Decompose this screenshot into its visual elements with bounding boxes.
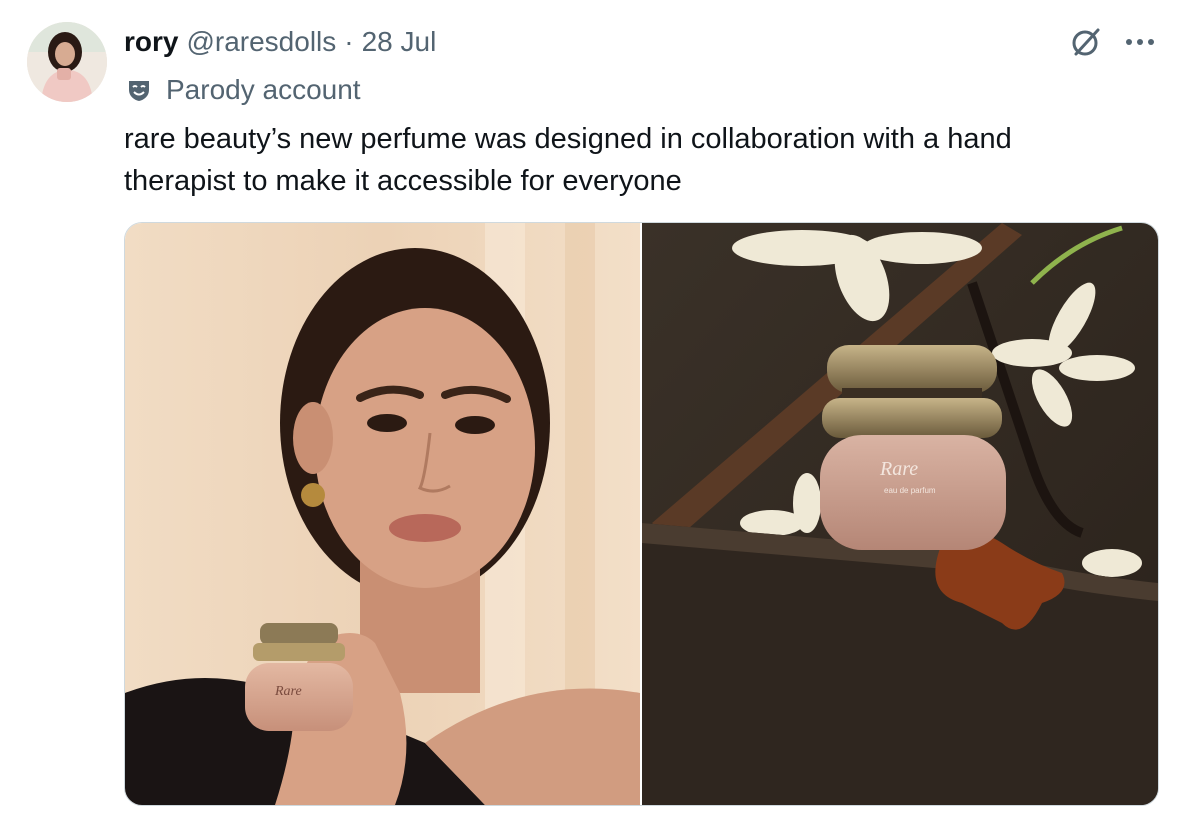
- parody-label: Parody account: [124, 70, 361, 110]
- tweet-date[interactable]: 28 Jul: [362, 26, 437, 58]
- more-icon[interactable]: [1122, 32, 1158, 52]
- parody-label-text: Parody account: [166, 74, 361, 105]
- tweet-text: rare beauty’s new perfume was designed i…: [124, 123, 1012, 197]
- tweet-actions-top: [1068, 24, 1158, 60]
- right-bottle-sublabel: eau de parfum: [884, 486, 936, 495]
- tweet-media[interactable]: Rare Rare eau de parfum: [124, 222, 1159, 806]
- right-bottle-label: Rare: [879, 458, 918, 480]
- media-photo-left[interactable]: Rare: [125, 223, 640, 805]
- left-bottle-label: Rare: [274, 684, 302, 699]
- grok-icon[interactable]: [1068, 24, 1104, 60]
- avatar[interactable]: [27, 22, 107, 102]
- author-name[interactable]: rory: [124, 26, 178, 58]
- media-photo-right[interactable]: Rare eau de parfum: [642, 223, 1158, 805]
- parody-mask-icon: [124, 75, 154, 105]
- author-handle[interactable]: @raresdolls: [186, 26, 336, 58]
- tweet-header: rory @raresdolls · 28 Jul: [124, 22, 436, 62]
- separator-dot: ·: [344, 26, 354, 57]
